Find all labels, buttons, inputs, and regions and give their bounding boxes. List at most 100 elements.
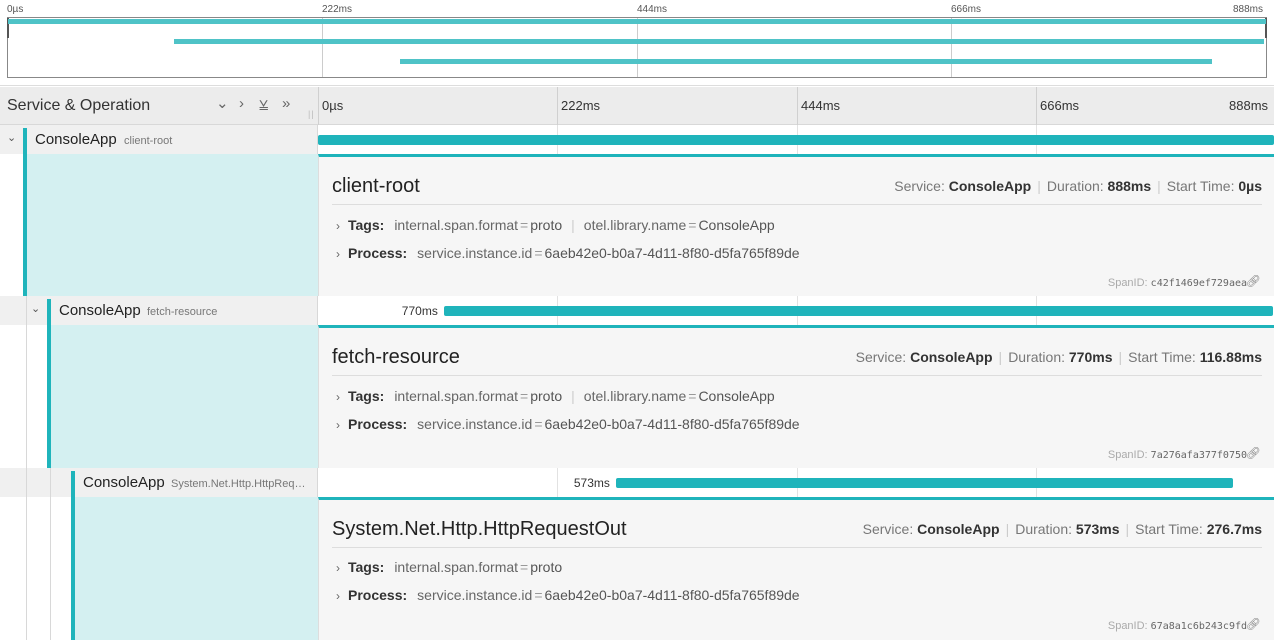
tags-label: Tags: (348, 217, 385, 233)
span-duration-bar[interactable] (318, 135, 1274, 145)
detail-indent-highlight (75, 497, 318, 640)
span-row-client-root[interactable]: ⌄ ConsoleApp client-root (0, 125, 1274, 154)
span-timeline-cell[interactable]: 573ms (318, 468, 1274, 497)
header-tick: 444ms (801, 98, 841, 113)
tree-guide-line (26, 296, 27, 325)
operation-name: fetch-resource (147, 306, 218, 318)
minimap-span-bar (8, 19, 1266, 24)
process-key: service.instance.id (417, 587, 533, 603)
span-duration-bar[interactable] (443, 306, 1273, 316)
chevron-right-icon[interactable]: › (336, 561, 340, 575)
link-icon[interactable]: 🔗︎ (1246, 617, 1261, 631)
span-detail-title: System.Net.Http.HttpRequestOut (332, 518, 627, 540)
span-duration-label: 573ms (573, 476, 610, 490)
start-time-value: 0µs (1238, 178, 1262, 194)
tags-row[interactable]: › Tags: internal.span.format = proto | otel.li… (336, 217, 775, 233)
tag-value: proto (530, 388, 563, 404)
operation-name: System.Net.Http.HttpReq… (171, 478, 306, 490)
span-id-value: 67a8a1c6b243c9fd (1150, 621, 1247, 632)
chevron-right-icon[interactable]: › (336, 247, 340, 261)
chevron-right-icon[interactable]: › (336, 390, 340, 404)
minimap-gridline (322, 18, 323, 77)
span-timeline-cell[interactable]: 770ms (318, 296, 1274, 325)
minimap-viewport[interactable] (7, 17, 1267, 78)
collapse-all-icon[interactable]: » (282, 96, 290, 112)
service-color-bar (23, 154, 27, 296)
chevron-right-icon[interactable]: › (336, 219, 340, 233)
span-id-value: 7a276afa377f0750 (1150, 450, 1247, 461)
detail-indent-highlight (51, 325, 318, 468)
process-label: Process: (348, 245, 408, 261)
start-time-value: 276.7ms (1206, 521, 1262, 537)
process-row[interactable]: › Process: service.instance.id = 6aeb42e0-b0… (336, 245, 800, 261)
span-row-fetch-resource[interactable]: ⌄ ConsoleApp fetch-resource 770ms (0, 296, 1274, 325)
tags-row[interactable]: › Tags: internal.span.format = proto | otel.li… (336, 388, 775, 404)
header-gridline (557, 87, 558, 125)
tag-value: proto (530, 559, 563, 575)
span-detail-fetch-resource: fetch-resource Service: ConsoleApp | Durat… (0, 325, 1274, 468)
chevron-down-icon[interactable]: ⌄ (7, 131, 16, 144)
duration-label: Duration: (1008, 349, 1065, 365)
tags-label: Tags: (348, 559, 385, 575)
header-tick: 888ms (1229, 98, 1269, 113)
span-meta: Service: ConsoleApp | Duration: 573ms | Star… (862, 521, 1262, 537)
tree-guide-line (50, 497, 51, 640)
service-color-bar (47, 325, 51, 468)
tags-row[interactable]: › Tags: internal.span.format = proto (336, 559, 562, 575)
process-row[interactable]: › Process: service.instance.id = 6aeb42e0-b0… (336, 416, 800, 432)
minimap-tick: 666ms (951, 4, 982, 15)
chevron-right-icon[interactable]: › (336, 418, 340, 432)
service-color-bar (23, 128, 27, 154)
span-timeline-cell[interactable] (318, 125, 1274, 154)
span-duration-bar[interactable] (615, 478, 1233, 488)
service-label: Service: (862, 521, 914, 537)
expand-all-icon[interactable]: ⩣ (259, 95, 268, 111)
minimap-tick: 222ms (322, 4, 353, 15)
detail-indent-highlight (27, 154, 318, 296)
service-color-bar (47, 299, 51, 325)
link-icon[interactable]: 🔗︎ (1246, 274, 1261, 288)
service-name: ConsoleApp (59, 302, 141, 319)
link-icon[interactable]: 🔗︎ (1246, 446, 1261, 460)
chevron-down-icon[interactable]: ⌄ (31, 302, 40, 315)
span-id: SpanID: 7a276afa377f0750 (1108, 449, 1247, 461)
start-time-label: Start Time: (1128, 349, 1196, 365)
span-detail-title: fetch-resource (332, 346, 460, 368)
tree-guide-line (26, 468, 27, 497)
span-id: SpanID: 67a8a1c6b243c9fd (1108, 620, 1247, 632)
service-value: ConsoleApp (948, 178, 1032, 194)
tree-guide-line (26, 497, 27, 640)
duration-value: 770ms (1068, 349, 1113, 365)
tags-label: Tags: (348, 388, 385, 404)
collapse-one-icon[interactable]: ⌄ (216, 96, 229, 112)
tag-key: internal.span.format (394, 388, 519, 404)
expand-one-icon[interactable]: › (239, 96, 244, 112)
chevron-right-icon[interactable]: › (336, 589, 340, 603)
process-row[interactable]: › Process: service.instance.id = 6aeb42e0-b0… (336, 587, 800, 603)
column-resizer[interactable]: || (308, 109, 315, 119)
tag-key: internal.span.format (394, 217, 519, 233)
process-label: Process: (348, 587, 408, 603)
span-detail-client-root: client-root Service: ConsoleApp | Duration… (0, 154, 1274, 296)
span-detail-title: client-root (332, 175, 420, 197)
trace-minimap[interactable]: 0µs 222ms 444ms 666ms 888ms (0, 0, 1274, 86)
span-name-cell[interactable]: ConsoleApp System.Net.Http.HttpReq… (0, 468, 318, 497)
span-meta: Service: ConsoleApp | Duration: 888ms | Star… (894, 178, 1262, 194)
minimap-gridline (637, 18, 638, 77)
process-value: 6aeb42e0-b0a7-4d11-8f80-d5fa765f89de (544, 245, 800, 261)
service-color-bar (71, 471, 75, 497)
span-meta: Service: ConsoleApp | Duration: 770ms | Star… (855, 349, 1262, 365)
span-name-cell[interactable]: ⌄ ConsoleApp fetch-resource (0, 296, 318, 325)
span-row-http-request[interactable]: ConsoleApp System.Net.Http.HttpReq… 573m… (0, 468, 1274, 497)
header-gridline (1036, 87, 1037, 125)
start-time-value: 116.88ms (1199, 349, 1262, 365)
tag-value: ConsoleApp (698, 388, 775, 404)
minimap-tick: 888ms (1233, 4, 1264, 15)
span-id-label: SpanID: (1107, 620, 1148, 632)
tag-key: otel.library.name (583, 388, 687, 404)
start-time-label: Start Time: (1135, 521, 1203, 537)
span-name-cell[interactable]: ⌄ ConsoleApp client-root (0, 125, 318, 154)
minimap-span-bar (399, 59, 1212, 64)
divider (332, 547, 1262, 548)
span-duration-label: 770ms (401, 304, 438, 318)
